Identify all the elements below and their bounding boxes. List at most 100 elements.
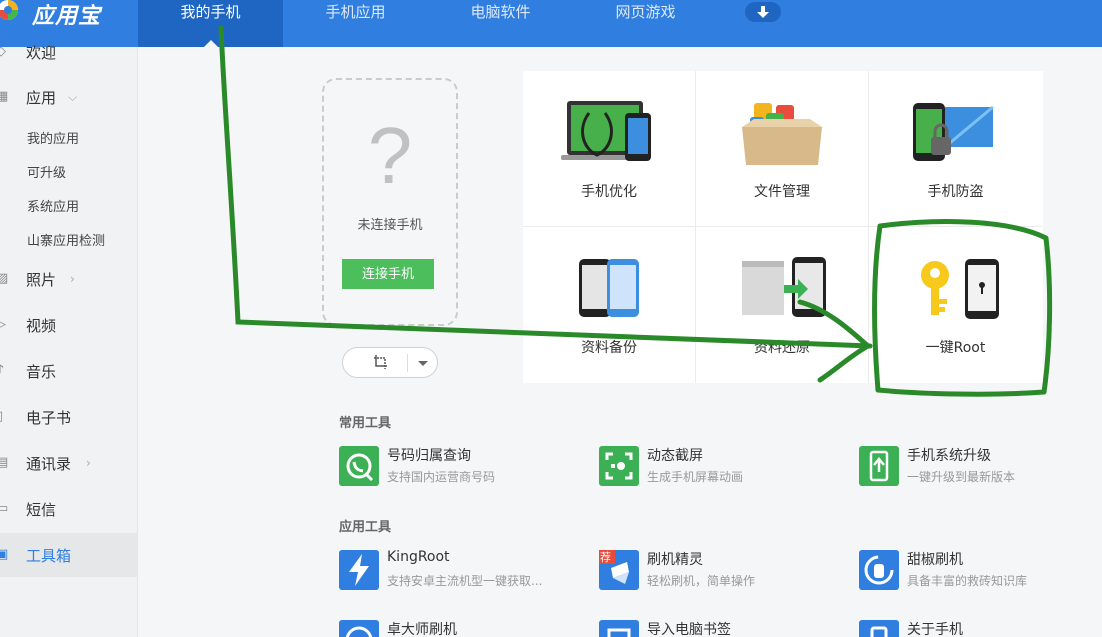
tool-phone-lookup[interactable]: 号码归属查询 支持国内运营商号码 <box>339 444 579 488</box>
tool-name: KingRoot <box>387 549 450 565</box>
tool-desc: 具备丰富的救砖知识库 <box>907 574 1028 588</box>
tool-backup[interactable]: 资料备份 <box>523 227 696 383</box>
tab-label: 电脑软件 <box>470 3 531 21</box>
app-logo-icon <box>0 0 28 28</box>
sidebar: ◇ 欢迎 ▦ 应用 ⌵ 我的应用 可升级 系统应用 山寨应用检测 ▨ 照片 › … <box>0 44 138 637</box>
tool-name: 手机系统升级 <box>907 448 991 464</box>
tool-screen-capture[interactable]: 动态截屏 生成手机屏幕动画 <box>599 444 839 488</box>
tool-label: 资料还原 <box>754 340 810 356</box>
app-logo: 应用宝 <box>0 0 102 29</box>
tab-label: 我的手机 <box>180 3 241 21</box>
tab-label: 网页游戏 <box>615 3 676 21</box>
top-bar: 应用宝 我的手机 手机应用 电脑软件 网页游戏 <box>0 0 1102 47</box>
backup-icon <box>579 259 639 317</box>
tool-zhuodashi[interactable]: 卓大师刷机 <box>339 618 579 637</box>
divider <box>407 354 408 372</box>
sidebar-item-photos[interactable]: ▨ 照片 › <box>0 258 138 300</box>
tool-phone-optimize[interactable]: 手机优化 <box>523 71 696 227</box>
sidebar-item-contacts[interactable]: ▤ 通讯录 › <box>0 442 138 484</box>
sidebar-item-sms[interactable]: ▭ 短信 <box>0 488 138 530</box>
tool-restore[interactable]: 资料还原 <box>696 227 869 383</box>
tab-web-games[interactable]: 网页游戏 <box>573 0 718 47</box>
tool-name: 动态截屏 <box>647 448 703 464</box>
zhuodashi-icon <box>339 620 379 637</box>
tool-desc: 生成手机屏幕动画 <box>647 470 744 484</box>
sidebar-subitem-my-apps[interactable]: 我的应用 <box>27 128 79 147</box>
tool-name: 号码归属查询 <box>387 448 471 464</box>
recommend-badge: 荐 <box>600 551 611 564</box>
tool-desc: 轻松刷机，简单操作 <box>647 574 756 588</box>
app-tools-heading: 应用工具 <box>339 520 392 535</box>
tool-label: 资料备份 <box>581 340 637 356</box>
root-key-icon <box>921 259 999 319</box>
ebook-icon: ▯ <box>0 410 10 424</box>
app-title: 应用宝 <box>32 4 102 29</box>
app-window: 应用宝 我的手机 手机应用 电脑软件 网页游戏 ◇ 欢迎 ▦ 应用 ⌵ 我的应用… <box>0 0 1102 637</box>
tool-bookmark-import[interactable]: 导入电脑书签 <box>599 618 839 637</box>
tool-system-upgrade[interactable]: 手机系统升级 一键升级到最新版本 <box>859 444 1099 488</box>
sidebar-item-music[interactable]: ♪ 音乐 <box>0 350 138 392</box>
tool-anti-theft[interactable]: 手机防盗 <box>869 71 1042 227</box>
toolbox-icon: ▣ <box>0 547 9 562</box>
sidebar-item-video[interactable]: ▷ 视频 <box>0 304 138 346</box>
tool-label: 手机防盗 <box>927 184 984 200</box>
anti-theft-icon <box>913 103 994 161</box>
sidebar-subitem-fake-app-check[interactable]: 山寨应用检测 <box>27 230 105 249</box>
tool-kingroot[interactable]: KingRoot 支持安卓主流机型一键获取... <box>339 548 579 592</box>
sidebar-item-label: 短信 <box>26 500 57 519</box>
file-manage-icon <box>742 103 822 165</box>
sidebar-item-label: 照片 <box>26 270 57 289</box>
restore-icon <box>742 257 826 317</box>
download-manager-button[interactable] <box>745 2 781 22</box>
music-icon: ♪ <box>0 363 5 378</box>
screenshot-icon <box>374 355 387 369</box>
flash-wizard-icon: 荐 <box>599 550 639 590</box>
kingroot-icon <box>339 550 379 590</box>
connect-phone-button[interactable]: 连接手机 <box>342 259 434 289</box>
chevron-right-icon: › <box>70 272 75 286</box>
phone-placeholder: ? 未连接手机 连接手机 <box>322 78 458 326</box>
phone-lookup-icon <box>339 446 379 486</box>
tools-grid: 手机优化 文件管理 手机防盗 资料备份 资料还原 一键Root <box>523 71 1043 383</box>
tool-about-phone[interactable]: 关于手机 <box>859 618 1099 637</box>
sidebar-item-label: 视频 <box>26 316 57 335</box>
screen-capture-icon <box>599 446 639 486</box>
active-tab-caret <box>203 40 218 47</box>
tool-file-manage[interactable]: 文件管理 <box>696 71 869 227</box>
sidebar-subitem-upgradable[interactable]: 可升级 <box>27 162 66 181</box>
tool-name: 刷机精灵 <box>647 552 703 568</box>
tab-label: 手机应用 <box>325 3 386 21</box>
contacts-icon: ▤ <box>0 455 9 470</box>
sidebar-subitem-system-apps[interactable]: 系统应用 <box>27 196 79 215</box>
tool-label: 一键Root <box>925 340 986 356</box>
sidebar-item-toolbox[interactable]: ▣ 工具箱 <box>0 533 138 577</box>
tool-name: 导入电脑书签 <box>647 622 731 637</box>
phone-optimize-icon <box>561 101 651 161</box>
sidebar-item-welcome[interactable]: ◇ 欢迎 <box>0 31 138 73</box>
tool-one-click-root[interactable]: 一键Root <box>869 227 1042 383</box>
common-tools-heading: 常用工具 <box>339 416 392 431</box>
tool-name: 甜椒刷机 <box>907 552 963 568</box>
sidebar-item-apps[interactable]: ▦ 应用 ⌵ <box>0 76 138 118</box>
about-phone-icon <box>859 620 899 637</box>
tool-name: 关于手机 <box>907 622 963 637</box>
tool-tianjiao[interactable]: 甜椒刷机 具备丰富的救砖知识库 <box>859 548 1099 592</box>
sidebar-item-ebook[interactable]: ▯ 电子书 <box>0 396 138 438</box>
bookmark-import-icon <box>599 620 639 637</box>
welcome-icon: ◇ <box>0 44 6 59</box>
video-icon: ▷ <box>0 317 6 332</box>
tab-pc-software[interactable]: 电脑软件 <box>428 0 573 47</box>
sidebar-item-label: 电子书 <box>26 408 72 427</box>
tab-my-phone[interactable]: 我的手机 <box>138 0 283 47</box>
tool-flash-wizard[interactable]: 荐 刷机精灵 轻松刷机，简单操作 <box>599 548 839 592</box>
question-mark-icon: ? <box>367 111 413 200</box>
download-arrow-icon <box>757 6 769 18</box>
tab-phone-apps[interactable]: 手机应用 <box>283 0 428 47</box>
tool-desc: 一键升级到最新版本 <box>907 470 1016 484</box>
system-upgrade-icon <box>859 446 899 486</box>
screenshot-button[interactable] <box>342 347 438 378</box>
phone-status-label: 未连接手机 <box>357 218 423 233</box>
caret-down-icon[interactable] <box>418 361 428 366</box>
tool-desc: 支持国内运营商号码 <box>387 470 496 484</box>
sms-icon: ▭ <box>0 501 9 516</box>
